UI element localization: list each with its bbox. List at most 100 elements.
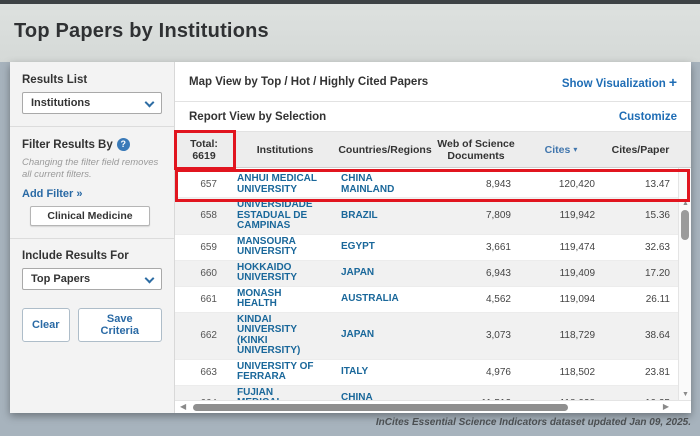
col-documents[interactable]: Web of Science Documents bbox=[433, 132, 519, 167]
total-label: Total: bbox=[190, 138, 218, 150]
table-row: 664FUJIAN MEDICAL UNIVERSITYCHINA MAINLA… bbox=[175, 386, 678, 401]
sidebar: Results List Institutions Filter Results… bbox=[10, 62, 175, 413]
map-view-bar: Map View by Top / Hot / Highly Cited Pap… bbox=[175, 62, 691, 102]
scroll-left-icon[interactable]: ◀ bbox=[180, 402, 186, 411]
row-rank: 661 bbox=[175, 294, 233, 305]
header-scroll-spacer bbox=[678, 132, 691, 167]
results-list-value: Institutions bbox=[31, 97, 90, 109]
country-region-link[interactable]: BRAZIL bbox=[337, 211, 433, 222]
country-region-link[interactable]: CHINA MAINLAND bbox=[337, 393, 433, 400]
partially-scrolled-row bbox=[175, 168, 678, 172]
results-table: Total: 6619 Institutions Countries/Regio… bbox=[175, 132, 691, 413]
dataset-update-note: InCites Essential Science Indicators dat… bbox=[10, 417, 691, 428]
clear-button[interactable]: Clear bbox=[22, 308, 70, 342]
sort-desc-icon: ▾ bbox=[573, 144, 577, 156]
total-value: 6619 bbox=[192, 150, 215, 162]
col-institutions[interactable]: Institutions bbox=[233, 132, 337, 167]
institution-link[interactable]: KINDAI UNIVERSITY (KINKI UNIVERSITY) bbox=[233, 315, 337, 357]
cites-per-paper-value: 23.81 bbox=[603, 367, 678, 378]
cites-value: 118,729 bbox=[519, 330, 603, 341]
wos-documents-value: 7,809 bbox=[433, 210, 519, 221]
row-rank: 659 bbox=[175, 242, 233, 253]
cites-value: 119,474 bbox=[519, 242, 603, 253]
wos-documents-value: 8,943 bbox=[433, 179, 519, 190]
table-row: 662KINDAI UNIVERSITY (KINKI UNIVERSITY)J… bbox=[175, 313, 678, 360]
scroll-up-icon[interactable]: ▲ bbox=[679, 200, 691, 207]
table-row: 661MONASH HEALTHAUSTRALIA4,562119,09426.… bbox=[175, 287, 678, 313]
col-cites-sorted[interactable]: Cites ▾ bbox=[519, 132, 603, 167]
total-header-cell: Total: 6619 bbox=[175, 132, 233, 167]
row-rank: 657 bbox=[175, 179, 233, 190]
report-view-label: Report View by Selection bbox=[189, 111, 326, 123]
table-rows: 657ANHUI MEDICAL UNIVERSITYCHINA MAINLAN… bbox=[175, 168, 678, 400]
row-rank: 662 bbox=[175, 330, 233, 341]
country-region-link[interactable]: AUSTRALIA bbox=[337, 294, 433, 305]
row-rank: 663 bbox=[175, 367, 233, 378]
wos-documents-value: 3,661 bbox=[433, 242, 519, 253]
institution-link[interactable]: ANHUI MEDICAL UNIVERSITY bbox=[233, 174, 337, 195]
cites-per-paper-value: 26.11 bbox=[603, 294, 678, 305]
country-region-link[interactable]: JAPAN bbox=[337, 268, 433, 279]
wos-documents-value: 3,073 bbox=[433, 330, 519, 341]
country-region-link[interactable]: ITALY bbox=[337, 367, 433, 378]
divider bbox=[10, 238, 174, 239]
scroll-down-icon[interactable]: ▼ bbox=[679, 391, 691, 398]
chevron-down-icon bbox=[145, 274, 155, 284]
page-header: Top Papers by Institutions bbox=[0, 4, 700, 62]
col-cites-per-paper[interactable]: Cites/Paper bbox=[603, 132, 678, 167]
filter-note: Changing the filter field removes all cu… bbox=[22, 157, 162, 181]
help-icon[interactable]: ? bbox=[117, 138, 130, 151]
add-filter-link[interactable]: Add Filter » bbox=[22, 188, 162, 200]
horizontal-scroll-thumb[interactable] bbox=[193, 404, 568, 411]
table-header-row: Total: 6619 Institutions Countries/Regio… bbox=[175, 132, 691, 168]
vertical-scroll-thumb[interactable] bbox=[681, 210, 689, 240]
table-row: 657ANHUI MEDICAL UNIVERSITYCHINA MAINLAN… bbox=[175, 172, 678, 198]
map-view-label: Map View by Top / Hot / Highly Cited Pap… bbox=[189, 76, 428, 88]
report-view-bar: Report View by Selection Customize bbox=[175, 102, 691, 132]
wos-documents-value: 6,943 bbox=[433, 268, 519, 279]
institution-link[interactable]: UNIVERSIDADE ESTADUAL DE CAMPINAS bbox=[233, 200, 337, 232]
table-body: 657ANHUI MEDICAL UNIVERSITYCHINA MAINLAN… bbox=[175, 168, 691, 400]
country-region-link[interactable]: JAPAN bbox=[337, 330, 433, 341]
table-row: 663UNIVERSITY OF FERRARAITALY4,976118,50… bbox=[175, 360, 678, 386]
customize-link[interactable]: Customize bbox=[619, 111, 677, 123]
col-cites-label: Cites bbox=[545, 144, 571, 156]
content-panel: Results List Institutions Filter Results… bbox=[10, 62, 691, 413]
include-results-value: Top Papers bbox=[31, 273, 90, 285]
wos-documents-value: 4,562 bbox=[433, 294, 519, 305]
scroll-right-icon[interactable]: ▶ bbox=[663, 402, 669, 411]
clipped-row-text bbox=[341, 169, 379, 172]
filter-results-label-text: Filter Results By bbox=[22, 139, 113, 151]
results-list-select[interactable]: Institutions bbox=[22, 92, 162, 114]
institution-link[interactable]: UNIVERSITY OF FERRARA bbox=[233, 362, 337, 383]
divider bbox=[10, 126, 174, 127]
cites-per-paper-value: 38.64 bbox=[603, 330, 678, 341]
institution-link[interactable]: HOKKAIDO UNIVERSITY bbox=[233, 263, 337, 284]
include-results-select[interactable]: Top Papers bbox=[22, 268, 162, 290]
show-visualization-link[interactable]: Show Visualization+ bbox=[562, 74, 677, 90]
cites-value: 118,502 bbox=[519, 367, 603, 378]
horizontal-scrollbar[interactable]: ◀ ▶ bbox=[175, 400, 691, 413]
chevron-down-icon bbox=[145, 98, 155, 108]
page-title: Top Papers by Institutions bbox=[14, 20, 700, 43]
row-rank: 658 bbox=[175, 210, 233, 221]
active-filter-chip[interactable]: Clinical Medicine bbox=[30, 206, 150, 226]
save-criteria-button[interactable]: Save Criteria bbox=[78, 308, 162, 342]
country-region-link[interactable]: EGYPT bbox=[337, 242, 433, 253]
clipped-row-text bbox=[237, 169, 309, 172]
institution-link[interactable]: MONASH HEALTH bbox=[233, 289, 337, 310]
cites-value: 119,942 bbox=[519, 210, 603, 221]
cites-per-paper-value: 32.63 bbox=[603, 242, 678, 253]
country-region-link[interactable]: CHINA MAINLAND bbox=[337, 174, 433, 195]
table-row: 659MANSOURA UNIVERSITYEGYPT3,661119,4743… bbox=[175, 235, 678, 261]
table-row: 658UNIVERSIDADE ESTADUAL DE CAMPINASBRAZ… bbox=[175, 198, 678, 235]
plus-icon: + bbox=[669, 74, 677, 90]
cites-value: 120,420 bbox=[519, 179, 603, 190]
row-rank: 660 bbox=[175, 268, 233, 279]
cites-per-paper-value: 15.36 bbox=[603, 210, 678, 221]
sidebar-buttons: Clear Save Criteria bbox=[22, 308, 162, 342]
vertical-scrollbar[interactable]: ▲ ▼ bbox=[678, 168, 691, 400]
institution-link[interactable]: FUJIAN MEDICAL UNIVERSITY bbox=[233, 388, 337, 401]
col-countries[interactable]: Countries/Regions bbox=[337, 132, 433, 167]
institution-link[interactable]: MANSOURA UNIVERSITY bbox=[233, 237, 337, 258]
